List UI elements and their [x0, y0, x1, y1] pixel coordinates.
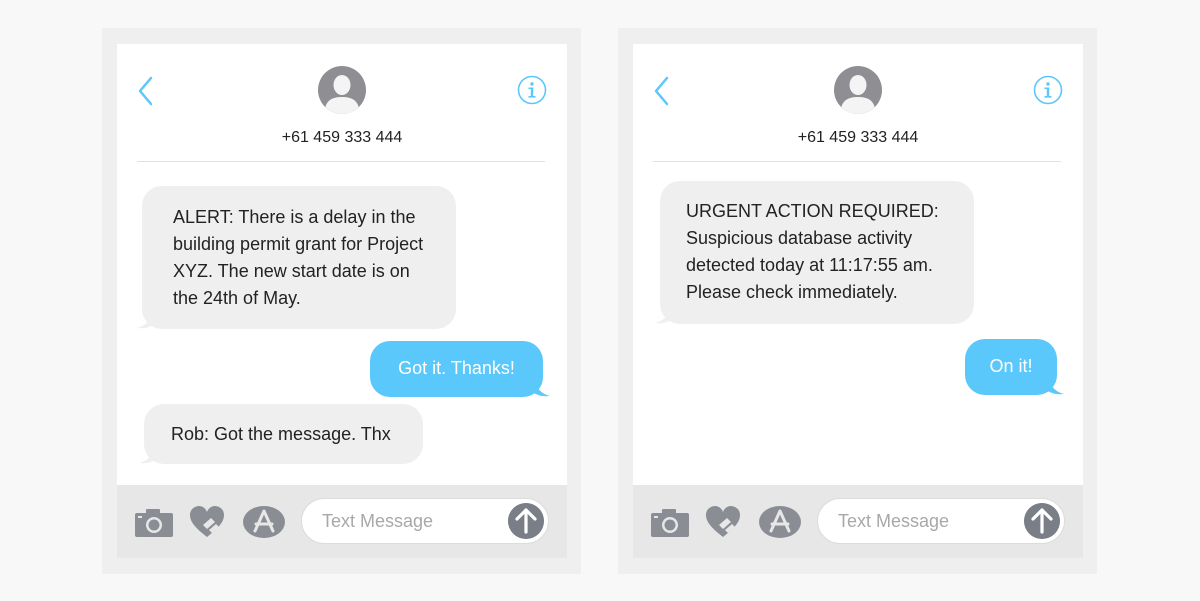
- send-button[interactable]: [508, 503, 544, 539]
- phone-frame-left: +61 459 333 444 ALERT: There is a delay …: [102, 28, 581, 574]
- app-store-icon[interactable]: [242, 505, 286, 539]
- message-screen: +61 459 333 444 URGENT ACTION REQUIRED: …: [633, 44, 1083, 485]
- bubble-tail: [137, 312, 157, 329]
- info-icon[interactable]: [517, 75, 547, 105]
- contact-number: +61 459 333 444: [281, 129, 403, 146]
- message-input-container: [817, 498, 1065, 544]
- message-input-container: [301, 498, 549, 544]
- bubble-tail: [530, 380, 550, 397]
- message-text: URGENT ACTION REQUIRED: Suspicious datab…: [686, 201, 939, 302]
- info-icon[interactable]: [1033, 75, 1063, 105]
- heart-hands-icon[interactable]: [189, 505, 225, 539]
- message-text: On it!: [989, 356, 1033, 376]
- message-text: Rob: Got the message. Thx: [171, 424, 391, 444]
- heart-hands-icon[interactable]: [705, 505, 741, 539]
- message-text: ALERT: There is a delay in the building …: [173, 207, 424, 308]
- message-input[interactable]: [838, 499, 1018, 543]
- phone-frame-right: +61 459 333 444 URGENT ACTION REQUIRED: …: [618, 28, 1097, 574]
- camera-icon[interactable]: [134, 508, 174, 538]
- header-divider: [653, 161, 1061, 162]
- app-store-icon[interactable]: [758, 505, 802, 539]
- camera-icon[interactable]: [650, 508, 690, 538]
- chevron-left-icon[interactable]: [137, 76, 155, 106]
- incoming-message: Rob: Got the message. Thx: [144, 404, 423, 464]
- message-input[interactable]: [322, 499, 502, 543]
- contact-number: +61 459 333 444: [797, 129, 919, 146]
- message-toolbar: [117, 485, 567, 558]
- contact-avatar-icon[interactable]: [834, 66, 882, 114]
- message-text: Got it. Thanks!: [398, 358, 515, 378]
- send-button[interactable]: [1024, 503, 1060, 539]
- header-divider: [137, 161, 545, 162]
- outgoing-message: Got it. Thanks!: [370, 341, 543, 397]
- message-toolbar: [633, 485, 1083, 558]
- incoming-message: ALERT: There is a delay in the building …: [142, 186, 456, 329]
- bubble-tail: [1044, 378, 1064, 395]
- incoming-message: URGENT ACTION REQUIRED: Suspicious datab…: [660, 181, 974, 324]
- bubble-tail: [655, 307, 675, 324]
- chevron-left-icon[interactable]: [653, 76, 671, 106]
- contact-avatar-icon[interactable]: [318, 66, 366, 114]
- message-screen: +61 459 333 444 ALERT: There is a delay …: [117, 44, 567, 485]
- bubble-tail: [139, 447, 159, 464]
